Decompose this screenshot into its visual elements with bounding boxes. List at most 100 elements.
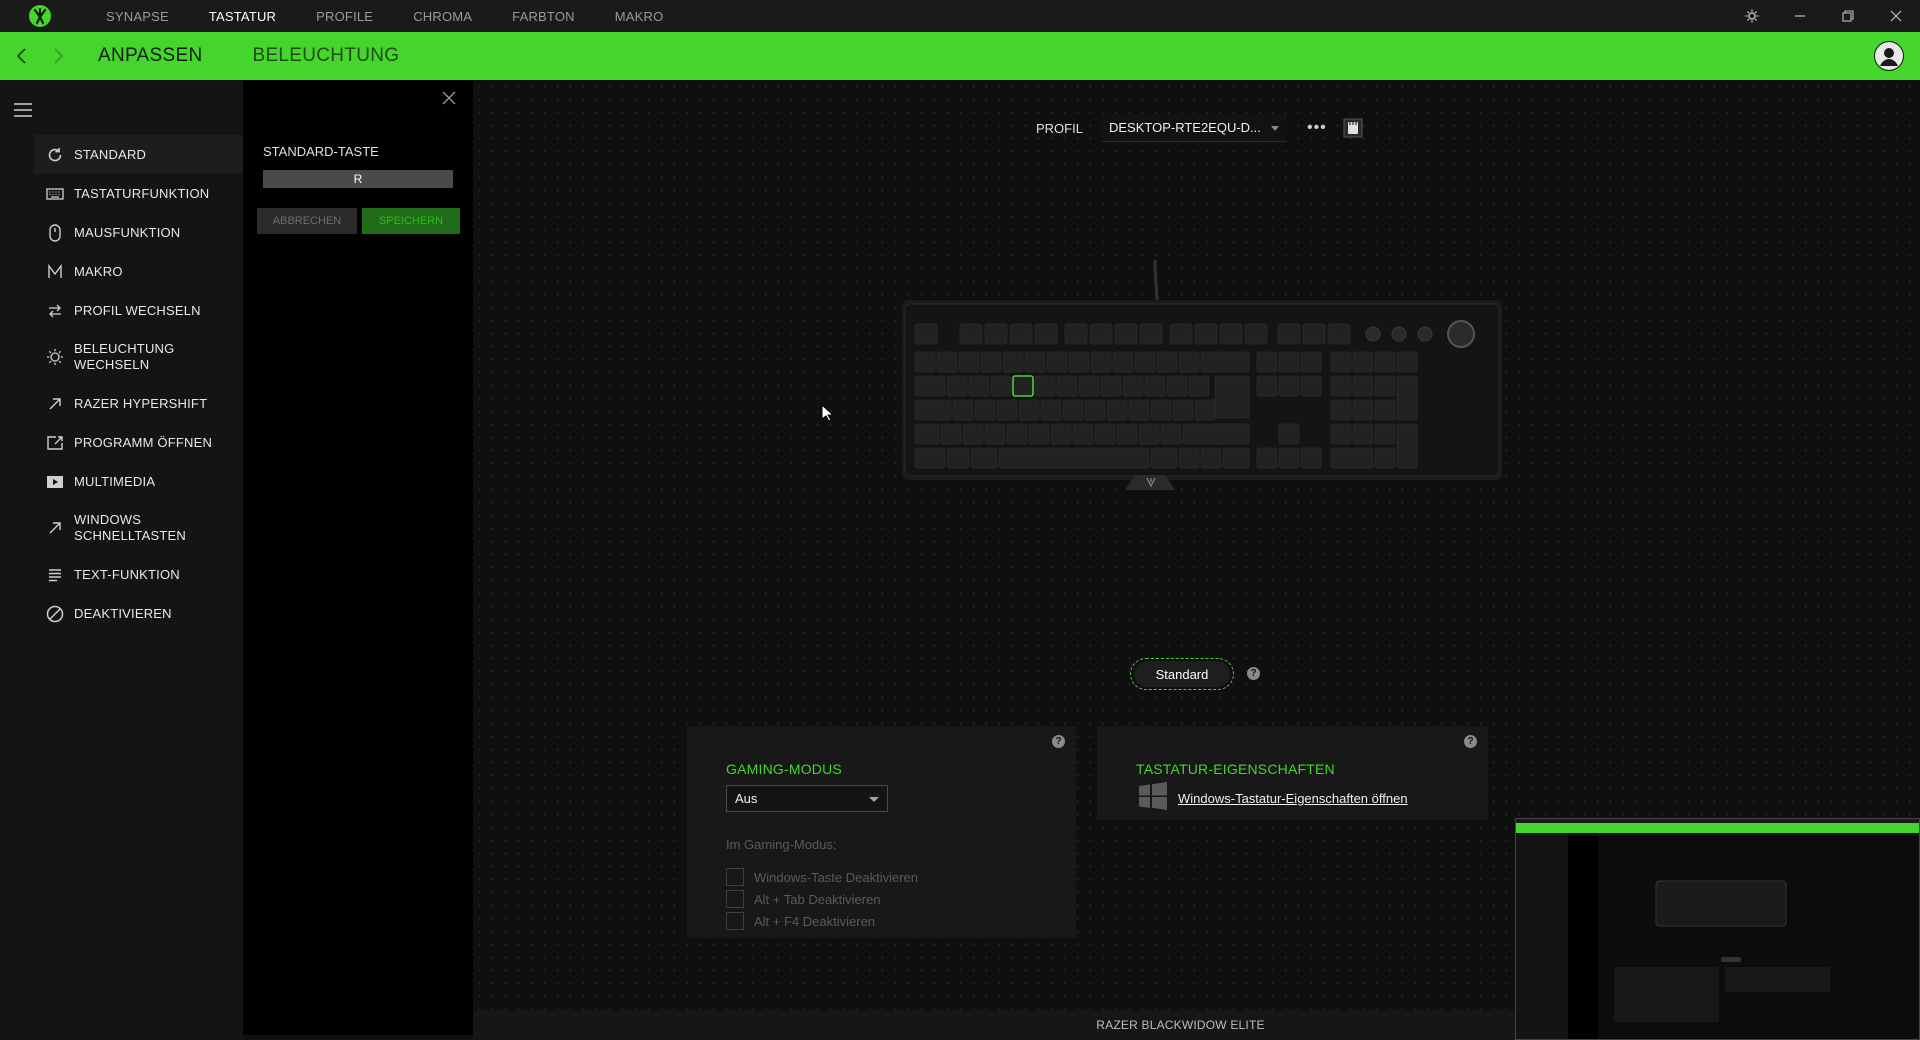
tab-tastatur[interactable]: TASTATUR <box>209 9 276 24</box>
sidebar-item-label: RAZER HYPERSHIFT <box>74 395 208 411</box>
sidebar-item-text-funktion[interactable]: TEXT-FUNKTION <box>34 555 243 594</box>
back-arrow-icon[interactable] <box>4 32 40 80</box>
sidebar-item-label: TEXT-FUNKTION <box>74 566 180 582</box>
sidebar-item-mausfunktion[interactable]: MAUSFUNKTION <box>34 213 243 252</box>
help-icon[interactable]: ? <box>1052 735 1065 748</box>
panel-close-icon[interactable] <box>439 88 459 108</box>
keyboard-properties-card: ? TASTATUR-EIGENSCHAFTEN Windows-Tastatu… <box>1097 726 1488 820</box>
gaming-mode-title: GAMING-MODUS <box>726 761 842 777</box>
gaming-mode-card: ? GAMING-MODUS Aus Im Gaming-Modus: Wind… <box>687 726 1076 938</box>
block-icon <box>44 603 66 625</box>
profile-label: PROFIL <box>1036 120 1083 136</box>
profile-selector-row: PROFIL DESKTOP-RTE2EQU-D... ••• <box>1036 114 1363 142</box>
subtab-anpassen[interactable]: ANPASSEN <box>98 45 202 67</box>
gaming-mode-dropdown[interactable]: Aus <box>726 785 888 812</box>
profile-dropdown-value: DESKTOP-RTE2EQU-D... <box>1108 120 1261 135</box>
swap-icon <box>44 300 66 322</box>
keyboard-properties-title: TASTATUR-EIGENSCHAFTEN <box>1136 761 1335 777</box>
profile-dropdown[interactable]: DESKTOP-RTE2EQU-D... <box>1100 114 1287 142</box>
sidebar-item-label: PROFIL WECHSELN <box>74 302 201 318</box>
checkbox-box[interactable] <box>726 868 744 886</box>
key-input-field[interactable]: R <box>263 170 453 188</box>
sidebar-item-profil-wechseln[interactable]: PROFIL WECHSELN <box>34 291 243 330</box>
help-icon[interactable]: ? <box>1464 735 1477 748</box>
tab-chroma[interactable]: CHROMA <box>413 9 472 24</box>
help-icon[interactable]: ? <box>1247 667 1260 680</box>
mouse-icon <box>44 222 66 244</box>
sidebar-item-razer-hypershift[interactable]: RAZER HYPERSHIFT <box>34 384 243 423</box>
sidebar-item-label: TASTATURFUNKTION <box>74 185 210 201</box>
sidebar-item-beleuchtung-wechseln[interactable]: BELEUCHTUNG WECHSELN <box>34 330 243 384</box>
close-icon[interactable] <box>1872 0 1920 32</box>
title-bar: SYNAPSE TASTATUR PROFILE CHROMA FARBTON … <box>0 0 1920 32</box>
user-avatar-icon[interactable] <box>1874 41 1904 71</box>
checkbox-label: Alt + F4 Deaktivieren <box>754 913 876 929</box>
more-dots-icon[interactable]: ••• <box>1307 119 1327 137</box>
preview-thumbnail <box>1515 818 1920 1040</box>
chevron-down-icon <box>1270 126 1279 131</box>
alt-tab-checkbox[interactable]: Alt + Tab Deaktivieren <box>726 890 881 908</box>
mouse-cursor-icon <box>821 404 833 422</box>
settings-gear-icon[interactable] <box>1728 0 1776 32</box>
sidebar-item-multimedia[interactable]: MULTIMEDIA <box>34 462 243 501</box>
sidebar-item-tastaturfunktion[interactable]: TASTATURFUNKTION <box>34 174 243 213</box>
razer-logo-icon[interactable] <box>20 0 60 32</box>
standard-key-panel: STANDARD-TASTE R ABBRECHEN SPEICHERN <box>243 80 473 1035</box>
checkbox-label: Windows-Taste Deaktivieren <box>754 869 919 885</box>
sidebar-item-label: STANDARD <box>74 146 147 162</box>
sidebar-item-label: DEAKTIVIEREN <box>74 605 172 621</box>
sidebar-item-windows-schnelltasten[interactable]: WINDOWS SCHNELLTASTEN <box>34 501 243 555</box>
launch-icon <box>44 432 66 454</box>
tab-synapse[interactable]: SYNAPSE <box>106 9 169 24</box>
gaming-mode-subtitle: Im Gaming-Modus: <box>726 837 837 852</box>
checkbox-box[interactable] <box>726 890 744 908</box>
play-icon <box>44 471 66 493</box>
keyboard-image <box>885 259 1505 510</box>
tab-makro[interactable]: MAKRO <box>615 9 664 24</box>
checkbox-box[interactable] <box>726 912 744 930</box>
sidebar-item-label: PROGRAMM ÖFFNEN <box>74 434 213 450</box>
panel-title: STANDARD-TASTE <box>263 144 379 159</box>
tab-farbton[interactable]: FARBTON <box>512 9 575 24</box>
cancel-button[interactable]: ABBRECHEN <box>257 208 357 234</box>
sidebar-item-standard[interactable]: STANDARD <box>34 135 243 174</box>
gaming-mode-value: Aus <box>735 791 758 806</box>
restore-icon[interactable] <box>1824 0 1872 32</box>
standard-reset-button[interactable]: Standard <box>1130 658 1234 690</box>
save-button[interactable]: SPEICHERN <box>362 208 460 234</box>
section-header: ANPASSEN BELEUCHTUNG <box>0 32 1920 80</box>
sidebar-item-label: BELEUCHTUNG WECHSELN <box>74 341 175 372</box>
checkbox-label: Alt + Tab Deaktivieren <box>754 891 881 907</box>
sidebar-item-label: WINDOWS SCHNELLTASTEN <box>74 512 186 543</box>
windows-logo-icon <box>1138 782 1168 815</box>
sidebar-item-label: MAKRO <box>74 263 123 279</box>
sun-icon <box>44 346 66 368</box>
hamburger-menu-icon[interactable] <box>12 102 34 123</box>
forward-arrow-icon[interactable] <box>40 32 76 80</box>
keyboard-icon <box>44 183 66 205</box>
refresh-icon <box>44 144 66 166</box>
subtab-beleuchtung[interactable]: BELEUCHTUNG <box>252 45 399 67</box>
sidebar-item-label: MAUSFUNKTION <box>74 224 181 240</box>
chevron-down-icon <box>869 797 879 802</box>
sidebar-item-deaktivieren[interactable]: DEAKTIVIEREN <box>34 594 243 633</box>
keyboard-properties-link[interactable]: Windows-Tastatur-Eigenschaften öffnen <box>1138 782 1408 815</box>
text-icon <box>44 564 66 586</box>
macro-icon <box>44 261 66 283</box>
onboard-memory-icon[interactable] <box>1343 118 1363 138</box>
arrow-up-right-icon <box>44 393 66 415</box>
alt-f4-checkbox[interactable]: Alt + F4 Deaktivieren <box>726 912 875 930</box>
standard-button-label: Standard <box>1134 661 1230 687</box>
keyboard-properties-link-text: Windows-Tastatur-Eigenschaften öffnen <box>1178 791 1408 806</box>
sidebar-item-programm-oeffnen[interactable]: PROGRAMM ÖFFNEN <box>34 423 243 462</box>
sidebar-item-label: MULTIMEDIA <box>74 473 156 489</box>
window-controls <box>1728 0 1920 32</box>
function-sidebar: STANDARD TASTATURFUNKTION MAUSFUNKTION M… <box>0 80 243 1040</box>
function-menu: STANDARD TASTATURFUNKTION MAUSFUNKTION M… <box>34 135 243 633</box>
tab-profile[interactable]: PROFILE <box>316 9 373 24</box>
sidebar-item-makro[interactable]: MAKRO <box>34 252 243 291</box>
windows-key-checkbox[interactable]: Windows-Taste Deaktivieren <box>726 868 918 886</box>
arrow-up-right-icon <box>44 517 66 539</box>
top-navigation: SYNAPSE TASTATUR PROFILE CHROMA FARBTON … <box>106 0 703 32</box>
minimize-icon[interactable] <box>1776 0 1824 32</box>
